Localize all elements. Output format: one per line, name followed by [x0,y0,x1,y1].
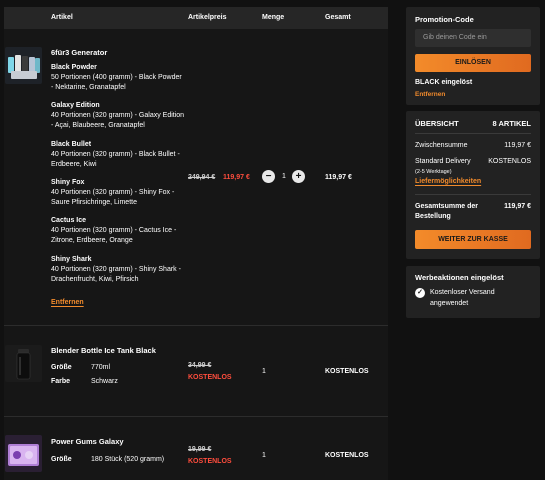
promo-title: Promotion-Code [415,15,474,24]
variant-detail: 40 Portionen (320 gramm) - Black Bullet … [51,151,180,158]
quantity-value: 1 [262,368,266,375]
delivery-value: KOSTENLOS [488,158,531,165]
variant-detail: - Açai, Blaubeere, Granatapfel [51,122,145,129]
summary-divider [415,133,531,134]
applied-promotions-panel: Werbeaktionen eingelöst ✓ Kostenloser Ve… [406,266,540,318]
row-divider [4,416,388,417]
remove-promo-link[interactable]: Entfernen [415,91,445,98]
variant-title: Black Bullet [51,141,92,148]
attribute-value: Schwarz [91,378,118,385]
attribute-value: 180 Stück (520 gramm) [91,456,165,463]
promo-panel: Promotion-Code Gib deinen Code ein EINLÖ… [406,7,540,105]
header-quantity: Menge [262,14,285,21]
quantity-value: 1 [262,452,266,459]
increase-quantity-button[interactable]: + [292,170,305,183]
redeem-button[interactable]: EINLÖSEN [415,54,531,72]
checkmark-icon: ✓ [415,288,425,298]
quantity-value: 1 [282,173,286,180]
old-price: 19,99 € [188,446,212,453]
delivery-options-link[interactable]: Liefermöglichkeiten [415,178,481,185]
summary-item-count: 8 ARTIKEL [492,119,531,128]
order-total-value: 119,97 € [504,203,531,210]
variant-title: Black Powder [51,64,97,71]
attribute-value: 770ml [91,364,111,371]
summary-title: ÜBERSICHT [415,119,459,128]
old-price: 249,94 € [188,174,216,181]
subtotal-label: Zwischensumme [415,142,468,149]
variant-detail: Saure Pfirsichringe, Limette [51,199,137,206]
variant-title: Shiny Shark [51,256,92,263]
cart-table: Artikel Artikelpreis Menge Gesamt 6für3 … [4,7,388,480]
header-total: Gesamt [325,14,351,21]
product-name[interactable]: 6für3 Generator [51,48,107,57]
variant-title: Shiny Fox [51,179,85,186]
variant-detail: 50 Portionen (400 gramm) - Black Powder [51,74,182,81]
item-total: KOSTENLOS [325,452,369,459]
variant-detail: 40 Portionen (320 gramm) - Cactus Ice - [51,227,177,234]
variant-detail: 40 Portionen (320 gramm) - Shiny Shark - [51,266,181,273]
header-price: Artikelpreis [188,14,227,21]
order-total-label: Gesamtsumme der [415,203,479,210]
variant-title: Galaxy Edition [51,102,100,109]
delivery-days: (2-5 Werktage) [415,169,452,175]
variant-detail: 40 Portionen (320 gramm) - Galaxy Editio… [51,112,185,119]
checkout-button[interactable]: WEITER ZUR KASSE [415,230,531,249]
sale-price: KOSTENLOS [188,458,232,465]
variant-title: Cactus Ice [51,217,87,224]
remove-item-link[interactable]: Entfernen [51,299,84,306]
subtotal-value: 119,97 € [504,142,531,149]
header-article: Artikel [51,14,73,21]
summary-divider [415,194,531,195]
sale-price: 119,97 € [223,174,250,181]
order-summary-panel: ÜBERSICHT 8 ARTIKEL Zwischensumme 119,97… [406,111,540,259]
row-divider [4,325,388,326]
variant-detail: Drachenfrucht, Kiwi, Pfirsich [51,276,139,283]
delivery-label: Standard Delivery [415,158,471,165]
promo-code-input[interactable]: Gib deinen Code ein [415,29,531,47]
cart-table-header: Artikel Artikelpreis Menge Gesamt [4,7,388,29]
variant-detail: Zitrone, Erdbeere, Orange [51,237,133,244]
sale-price: KOSTENLOS [188,374,232,381]
attribute-label: Größe [51,456,72,463]
attribute-label: Größe [51,364,72,371]
product-image-power-gums[interactable] [5,435,42,472]
variant-detail: Erdbeere, Kiwi [51,161,97,168]
promo-applied: BLACK eingelöst [415,79,473,86]
product-image-blender-bottle[interactable] [5,345,42,382]
product-name[interactable]: Power Gums Galaxy [51,437,124,446]
promotion-text: angewendet [430,300,469,307]
promotion-text: Kostenloser Versand [430,289,495,296]
order-total-label: Bestellung [415,213,451,220]
promotions-title: Werbeaktionen eingelöst [415,273,504,282]
item-total: 119,97 € [325,174,352,181]
variant-detail: 40 Portionen (320 gramm) - Shiny Fox - [51,189,175,196]
old-price: 34,99 € [188,362,212,369]
product-image-generator[interactable] [5,47,42,84]
item-total: KOSTENLOS [325,368,369,375]
product-name[interactable]: Blender Bottle Ice Tank Black [51,346,156,355]
attribute-label: Farbe [51,378,71,385]
variant-detail: - Nektarine, Granatapfel [51,84,126,91]
decrease-quantity-button[interactable]: − [262,170,275,183]
